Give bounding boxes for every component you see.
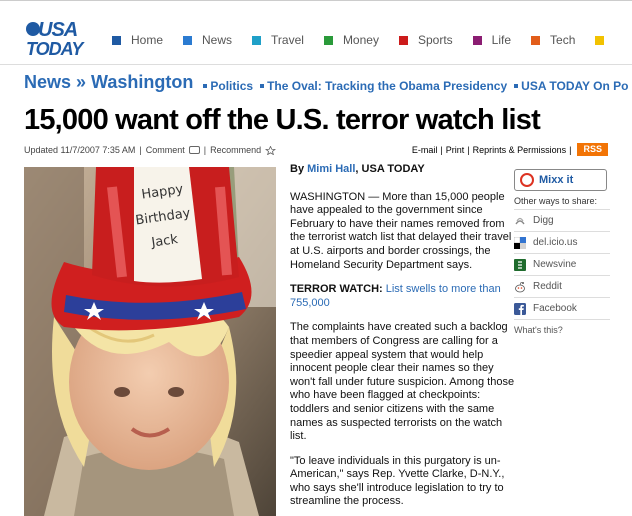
share-label: Newsvine (533, 259, 577, 270)
share-facebook[interactable]: Facebook (514, 297, 610, 319)
subnav-politics[interactable]: Politics (203, 79, 253, 93)
subnav-the-oval[interactable]: The Oval: Tracking the Obama Presidency (260, 79, 507, 93)
nav-label: Money (342, 33, 379, 47)
nav-label: Sports (417, 33, 453, 47)
top-border (0, 0, 632, 10)
share-newsvine[interactable]: Newsvine (514, 253, 610, 275)
delicious-icon (514, 236, 526, 249)
share-label: Reddit (533, 281, 562, 292)
nav-news[interactable]: News (183, 33, 232, 47)
breadcrumb-news[interactable]: News (24, 72, 71, 92)
header-divider (0, 64, 632, 65)
email-link[interactable]: E-mail (412, 145, 438, 155)
print-link[interactable]: Print (446, 145, 465, 155)
mixx-icon (520, 173, 534, 187)
other-ways-label: Other ways to share: (514, 196, 598, 206)
nav-sports[interactable]: Sports (398, 33, 453, 47)
nav-color-square (595, 35, 605, 45)
tool-separator: | (467, 144, 470, 155)
nav-label: Tech (550, 33, 576, 47)
nav-color-square (112, 35, 121, 45)
article-tools: E-mail | Print | Reprints & Permissions … (412, 143, 608, 156)
nav-label: Life (491, 33, 512, 47)
recommend-link[interactable]: Recommend (210, 145, 261, 155)
share-reddit[interactable]: Reddit (514, 275, 610, 297)
share-label: Facebook (533, 303, 577, 314)
nav-home[interactable]: Home (112, 33, 163, 47)
byline: By Mimi Hall, USA TODAY (290, 163, 516, 177)
recommend-star-icon (265, 145, 277, 155)
comment-bubble-icon (188, 146, 200, 154)
nav-life[interactable]: Life (472, 33, 512, 47)
tool-separator: | (569, 144, 572, 155)
subnav-label: The Oval: Tracking the Obama Presidency (267, 79, 508, 93)
main-nav: Home News Travel Money Sports Life Tech (112, 33, 632, 47)
article-body: By Mimi Hall, USA TODAY WASHINGTON — Mor… (290, 163, 516, 516)
nav-label: Travel (271, 33, 304, 47)
reddit-icon (515, 281, 525, 292)
section-subnav: Politics The Oval: Tracking the Obama Pr… (203, 79, 632, 93)
boy-in-birthday-hat-image: Happy Birthday Jack (24, 167, 276, 516)
bullet (203, 84, 208, 88)
article-meta: Updated 11/7/2007 7:35 AM | Comment | Re… (24, 145, 280, 155)
comment-link[interactable]: Comment (146, 145, 185, 155)
nav-tech[interactable]: Tech (531, 33, 575, 47)
share-digg[interactable]: Digg (514, 209, 610, 231)
subnav-label: Politics (210, 79, 254, 93)
facebook-icon (514, 302, 526, 315)
byline-prefix: By (290, 163, 305, 175)
newsvine-icon (514, 258, 526, 271)
nav-color-square (323, 35, 333, 45)
share-label: del.icio.us (533, 237, 578, 248)
nav-label: News (202, 33, 233, 47)
breadcrumb: News » Washington Politics The Oval: Tra… (24, 72, 632, 93)
nav-color-square (252, 35, 262, 45)
nav-travel[interactable]: Travel (252, 33, 304, 47)
breadcrumb-washington[interactable]: Washington (91, 72, 193, 92)
meta-separator: | (139, 145, 142, 155)
mixx-it-button[interactable]: Mixx it (514, 169, 607, 191)
bullet (260, 84, 265, 88)
page-title: 15,000 want off the U.S. terror watch li… (24, 104, 541, 136)
share-box: Mixx it Other ways to share: Digg del.ic… (514, 169, 610, 335)
updated-timestamp: Updated 11/7/2007 7:35 AM (24, 145, 136, 155)
bullet (514, 84, 519, 88)
logo-line2: TODAY (26, 39, 83, 59)
nav-more[interactable] (595, 33, 614, 47)
paragraph-4: "To leave individuals in this purgatory … (290, 454, 505, 508)
nav-color-square (531, 35, 541, 45)
share-delicious[interactable]: del.icio.us (514, 231, 610, 253)
nav-money[interactable]: Money (323, 33, 379, 47)
subnav-usa-today-on-politics[interactable]: USA TODAY On Po (514, 79, 629, 93)
byline-outlet: , USA TODAY (355, 163, 425, 175)
mixx-label: Mixx it (539, 174, 574, 186)
nav-label: Home (131, 33, 164, 47)
reprints-link[interactable]: Reprints & Permissions (473, 145, 567, 155)
breadcrumb-separator: » (76, 72, 87, 92)
nav-color-square (398, 35, 408, 45)
meta-separator: | (203, 145, 207, 155)
author-link[interactable]: Mimi Hall (307, 163, 355, 175)
article-photo[interactable]: Happy Birthday Jack (24, 167, 276, 516)
nav-color-square (472, 35, 482, 45)
nav-color-square (183, 35, 193, 45)
paragraph-1: WASHINGTON — More than 15,000 people hav… (290, 190, 512, 271)
usa-today-logo[interactable]: USA TODAY (26, 20, 88, 60)
digg-icon (515, 217, 525, 224)
terror-watch-callout: TERROR WATCH: List swells to more than 7… (290, 283, 516, 310)
rss-button[interactable]: RSS (577, 143, 608, 156)
tool-separator: | (440, 144, 443, 155)
share-label: Digg (533, 215, 554, 226)
terror-watch-label: TERROR WATCH: (290, 283, 383, 296)
subnav-label: USA TODAY On Po (521, 79, 629, 93)
paragraph-3: The complaints have created such a backl… (290, 321, 515, 443)
whats-this-link[interactable]: What's this? (514, 319, 610, 335)
logo-line1: USA (38, 19, 78, 41)
